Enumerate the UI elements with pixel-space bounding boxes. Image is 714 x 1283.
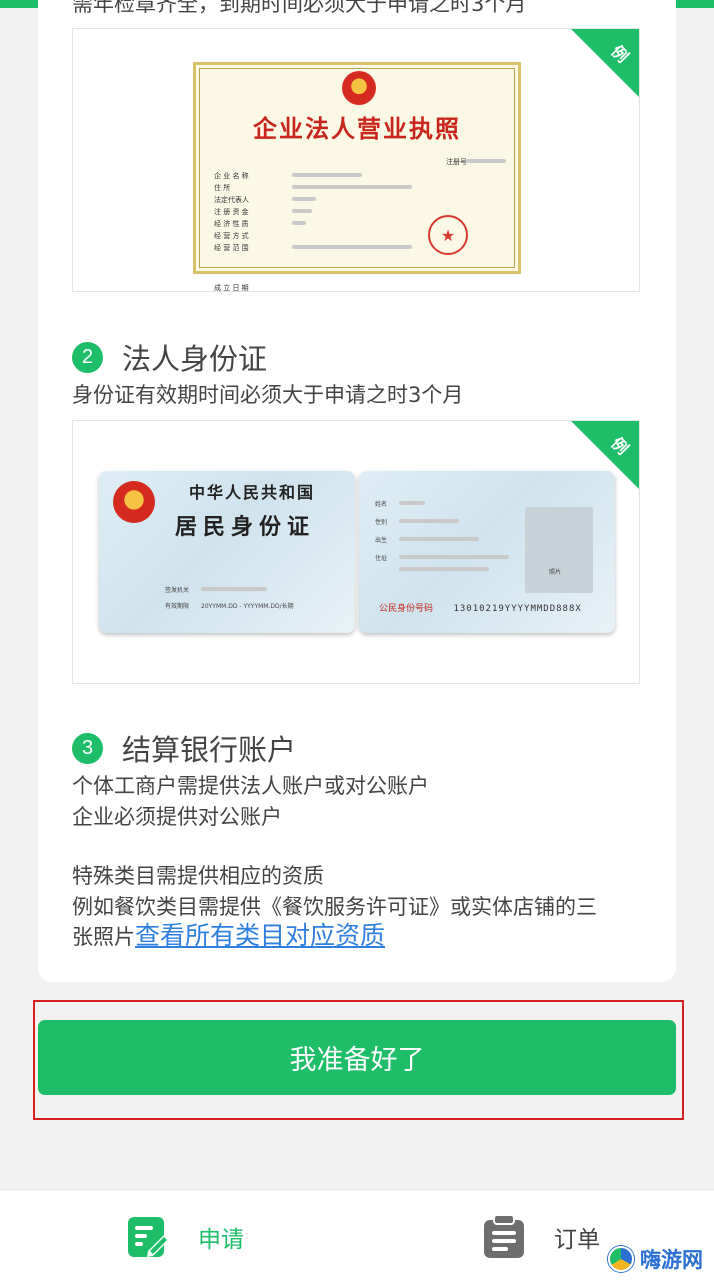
id-authority-label: 签发机关 (165, 587, 190, 594)
id-photo-text: 照片 (549, 569, 562, 576)
id-line (399, 537, 479, 541)
section-title: 结算银行账户 (122, 733, 297, 767)
clipboard-icon (484, 1215, 524, 1258)
watermark-text: 嗨游网 (640, 1248, 703, 1272)
id-number-row: 公民身份号码 13010219YYYYMMDD888X (379, 601, 582, 614)
special-desc-line: 例如餐饮类目需提供《餐饮服务许可证》或实体店铺的三 (72, 895, 597, 919)
license-row-label: 住 所 (214, 184, 231, 192)
page: 需年检章齐全，到期时间必须大于申请之时3个月 企业法人营业执照 注册号 企 业 … (0, 0, 714, 1283)
license-row-label: 经 营 范 围 (214, 244, 249, 252)
license-line (292, 173, 362, 177)
license-row-label: 经 营 方 式 (214, 232, 249, 240)
national-emblem-icon (113, 481, 155, 523)
id-line (399, 501, 425, 505)
site-watermark: 嗨游网 (608, 1244, 703, 1274)
nav-item-apply[interactable]: 申请 (126, 1190, 244, 1283)
id-card-title: 居民身份证 (175, 514, 316, 540)
license-row-label: 企 业 名 称 (214, 172, 249, 180)
id-validity-value: 20YYMM.DD - YYYYMM.DD/长期 (201, 603, 294, 610)
license-row-label: 经 济 性 质 (214, 220, 249, 228)
id-card-back: 姓名 性别 出生 住址 照片 公民身份号码 13010219YYYYMMDD88… (359, 471, 615, 633)
id-line (201, 587, 267, 591)
license-description: 需年检章齐全，到期时间必须大于申请之时3个月 (72, 0, 527, 16)
id-name-label: 姓名 (375, 501, 388, 508)
id-card-description: 身份证有效期时间必须大于申请之时3个月 (72, 383, 464, 407)
id-line (399, 519, 459, 523)
edit-document-icon (128, 1217, 169, 1257)
id-line (399, 567, 489, 571)
sample-corner-tag (571, 421, 639, 489)
nav-label-orders: 订单 (554, 1227, 600, 1253)
special-desc-line: 特殊类目需提供相应的资质 (72, 864, 324, 888)
top-accent-left (0, 0, 38, 8)
license-line (292, 197, 316, 201)
id-address-label: 住址 (375, 555, 388, 562)
id-country-name: 中华人民共和国 (189, 483, 316, 502)
nav-item-orders[interactable]: 订单 (482, 1190, 600, 1283)
license-line (292, 221, 306, 225)
license-reg-no-label: 注册号 (446, 158, 467, 166)
id-number-value: 13010219YYYYMMDD888X (453, 604, 582, 614)
id-validity-label: 有效期限 (165, 603, 190, 610)
license-line (292, 185, 412, 189)
license-title: 企业法人营业执照 (253, 114, 461, 143)
bottom-nav: 申请 订单 (0, 1189, 714, 1283)
license-row-label: 法定代表人 (214, 196, 249, 204)
license-row-label: 注 册 资 金 (214, 208, 249, 216)
top-accent-right (676, 0, 714, 8)
view-category-qualifications-link[interactable]: 查看所有类目对应资质 (135, 921, 385, 950)
id-line (399, 555, 509, 559)
ready-button[interactable]: 我准备好了 (38, 1020, 676, 1095)
id-photo-placeholder: 照片 (525, 507, 593, 593)
nav-label-apply: 申请 (198, 1227, 244, 1253)
business-license-sample: 企业法人营业执照 注册号 企 业 名 称 住 所 法定代表人 注 册 资 金 经… (72, 28, 640, 292)
bank-desc-line: 个体工商户需提供法人账户或对公账户 (72, 774, 429, 798)
license-line (466, 159, 506, 163)
id-card-sample: 中华人民共和国 居民身份证 签发机关 有效期限 20YYMM.DD - YYYY… (72, 420, 640, 684)
watermark-logo-icon (608, 1246, 634, 1272)
id-number-label: 公民身份号码 (379, 604, 434, 614)
bank-desc-line: 企业必须提供对公账户 (72, 805, 282, 829)
section-title: 法人身份证 (122, 342, 268, 376)
special-desc-last-line: 张照片查看所有类目对应资质 (72, 920, 385, 953)
id-card-front: 中华人民共和国 居民身份证 签发机关 有效期限 20YYMM.DD - YYYY… (99, 471, 355, 633)
sample-corner-tag (571, 29, 639, 97)
national-emblem-icon (342, 71, 376, 105)
section-header-bank-account: 3 结算银行账户 (72, 727, 296, 769)
section-header-id-card: 2 法人身份证 (72, 336, 267, 378)
license-issue-row: 成 立 日 期 (214, 284, 249, 292)
id-birth-label: 出生 (375, 537, 388, 544)
step-number-badge: 3 (72, 732, 103, 764)
license-line (292, 209, 312, 213)
special-desc-prefix: 张照片 (72, 925, 135, 949)
id-sex-label: 性别 (375, 519, 388, 526)
step-number-badge: 2 (72, 341, 103, 373)
license-line (292, 245, 412, 249)
official-seal-icon: ★ (428, 215, 468, 255)
license-image: 企业法人营业执照 注册号 企 业 名 称 住 所 法定代表人 注 册 资 金 经… (193, 62, 521, 291)
